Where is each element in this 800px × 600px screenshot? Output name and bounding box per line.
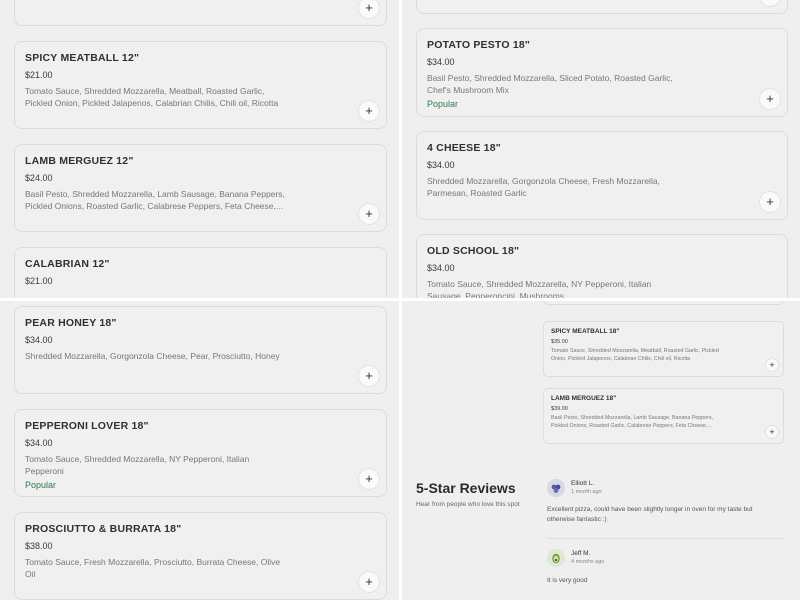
popular-badge: Popular <box>25 480 57 490</box>
menu-item-card[interactable]: LAMB MERGUEZ 12" $24.00 Basil Pesto, Shr… <box>14 144 387 232</box>
add-item-button[interactable]: + <box>765 425 779 439</box>
add-item-button[interactable]: + <box>358 203 380 225</box>
item-description: Shredded Mozzarella, Gorgonzola Cheese, … <box>25 351 280 361</box>
review-author: Jeff M. <box>571 550 591 557</box>
menu-item-card[interactable]: OLD SCHOOL 18" $34.00 Tomato Sauce, Shre… <box>416 234 788 298</box>
avocado-avatar-icon <box>547 549 565 567</box>
item-description: Basil Pesto, Shredded Mozzarella, Lamb S… <box>551 415 713 429</box>
review-separator <box>547 538 785 539</box>
menu-item-card-partial[interactable]: + <box>416 0 788 14</box>
add-item-button[interactable]: + <box>358 468 380 490</box>
item-price: $21.00 <box>25 70 53 80</box>
item-name: LAMB MERGUEZ 18" <box>551 395 617 402</box>
item-name: LAMB MERGUEZ 12" <box>25 155 134 167</box>
item-description: Shredded Mozzarella, Gorgonzola Cheese, … <box>427 176 660 198</box>
item-description: Tomato Sauce, Shredded Mozzarella, NY Pe… <box>427 279 652 298</box>
add-item-button[interactable]: + <box>765 358 779 372</box>
add-item-button[interactable]: + <box>759 191 781 213</box>
popular-badge: Popular <box>427 99 459 109</box>
item-price: $34.00 <box>25 335 53 345</box>
item-name: SPICY MEATBALL 18" <box>551 328 620 335</box>
review-text: It is very good <box>547 577 588 584</box>
reviews-heading: 5-Star Reviews <box>416 480 516 496</box>
item-price: $34.00 <box>25 438 53 448</box>
item-name: PEPPERONI LOVER 18" <box>25 420 149 432</box>
add-item-button[interactable]: + <box>358 0 380 19</box>
item-name: POTATO PESTO 18" <box>427 39 531 51</box>
item-price: $35.00 <box>551 339 568 345</box>
menu-panel-top-right: + POTATO PESTO 18" $34.00 Basil Pesto, S… <box>402 0 800 298</box>
item-description: Tomato Sauce, Shredded Mozzarella, Meatb… <box>551 348 719 362</box>
add-item-button[interactable]: + <box>358 571 380 593</box>
add-item-button[interactable]: + <box>358 100 380 122</box>
menu-panel-bottom-left: PEAR HONEY 18" $34.00 Shredded Mozzarell… <box>0 301 399 600</box>
menu-item-card[interactable]: POTATO PESTO 18" $34.00 Basil Pesto, Shr… <box>416 28 788 117</box>
item-name: SPICY MEATBALL 12" <box>25 52 140 64</box>
review-time: 4 months ago <box>571 559 605 565</box>
item-price: $24.00 <box>25 173 53 183</box>
item-price: $34.00 <box>427 57 455 67</box>
item-name: 4 CHEESE 18" <box>427 142 501 154</box>
item-price: $34.00 <box>427 160 455 170</box>
menu-item-card[interactable]: PEPPERONI LOVER 18" $34.00 Tomato Sauce,… <box>14 409 387 497</box>
menu-item-card[interactable]: SPICY MEATBALL 18" $35.00 Tomato Sauce, … <box>543 321 784 377</box>
item-name: PEAR HONEY 18" <box>25 317 117 329</box>
item-description: Basil Pesto, Shredded Mozzarella, Lamb S… <box>25 189 285 211</box>
add-item-button[interactable]: + <box>759 88 781 110</box>
item-price: $34.00 <box>427 263 455 273</box>
menu-item-card[interactable]: CALABRIAN 12" $21.00 <box>14 247 387 298</box>
item-description: Tomato Sauce, Shredded Mozzarella, NY Pe… <box>25 454 250 476</box>
item-price: $21.00 <box>25 276 53 286</box>
menu-item-card[interactable]: PEAR HONEY 18" $34.00 Shredded Mozzarell… <box>14 306 387 394</box>
menu-item-card-partial[interactable]: + <box>543 301 784 305</box>
menu-item-card[interactable]: SPICY MEATBALL 12" $21.00 Tomato Sauce, … <box>14 41 387 129</box>
menu-item-card-partial[interactable]: + <box>14 0 387 26</box>
add-item-button[interactable]: + <box>358 365 380 387</box>
menu-item-card[interactable]: 4 CHEESE 18" $34.00 Shredded Mozzarella,… <box>416 131 788 220</box>
menu-item-card[interactable]: PROSCIUTTO & BURRATA 18" $38.00 Tomato S… <box>14 512 387 600</box>
item-price: $38.00 <box>25 541 53 551</box>
quadrant-divider-horizontal <box>0 298 800 301</box>
review-item: Elliott L. 1 month ago Excellent pizza, … <box>547 479 787 535</box>
menu-panel-top-left: + SPICY MEATBALL 12" $21.00 Tomato Sauce… <box>0 0 399 298</box>
item-description: Tomato Sauce, Fresh Mozzarella, Prosciut… <box>25 557 281 579</box>
review-time: 1 month ago <box>571 489 602 495</box>
menu-item-card[interactable]: LAMB MERGUEZ 18" $39.00 Basil Pesto, Shr… <box>543 388 784 444</box>
add-item-button[interactable]: + <box>759 0 781 7</box>
item-description: Tomato Sauce, Shredded Mozzarella, Meatb… <box>25 86 279 108</box>
review-text: Excellent pizza, could have been slightl… <box>547 506 753 523</box>
item-name: OLD SCHOOL 18" <box>427 245 520 257</box>
item-name: PROSCIUTTO & BURRATA 18" <box>25 523 182 535</box>
review-author: Elliott L. <box>571 480 595 487</box>
reviews-subheading: Hear from people who love this spot <box>416 501 520 508</box>
berries-avatar-icon <box>547 479 565 497</box>
review-item: Jeff M. 4 months ago It is very good <box>547 549 787 589</box>
item-price: $39.00 <box>551 406 568 412</box>
item-name: CALABRIAN 12" <box>25 258 110 270</box>
item-description: Basil Pesto, Shredded Mozzarella, Sliced… <box>427 73 673 95</box>
reviews-panel-bottom-right: + SPICY MEATBALL 18" $35.00 Tomato Sauce… <box>402 301 800 600</box>
